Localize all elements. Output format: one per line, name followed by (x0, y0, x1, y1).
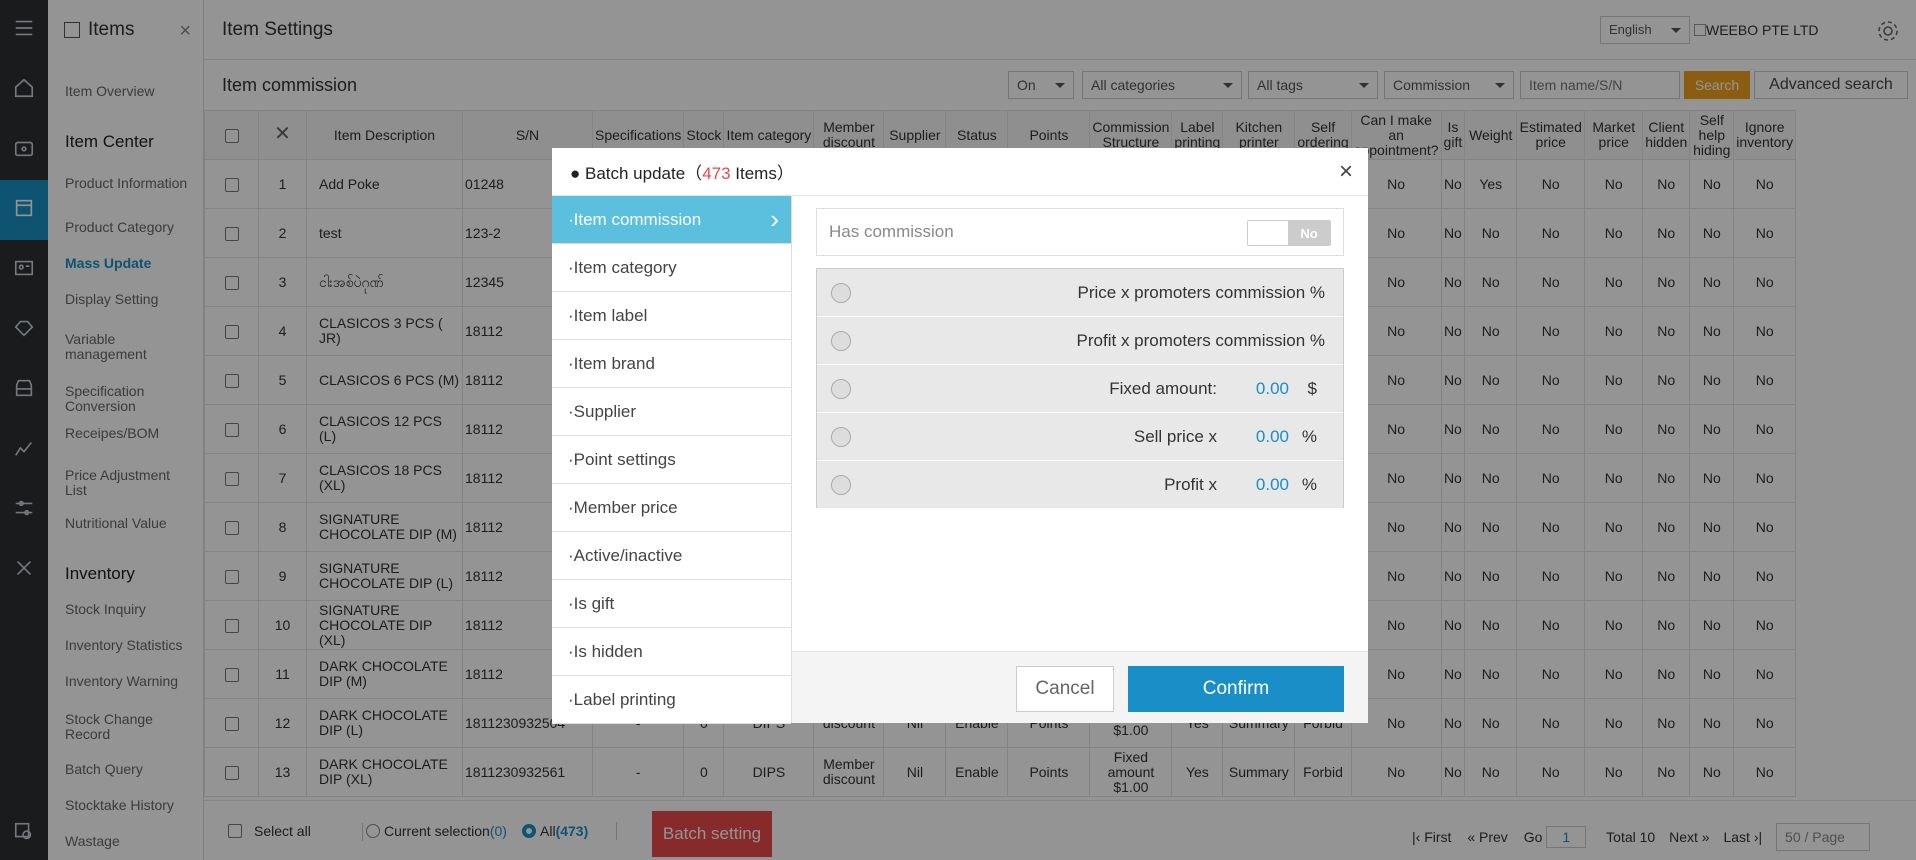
nav-item-point-settings[interactable]: ·Point settings (552, 436, 791, 484)
close-dialog-icon[interactable]: × (1334, 158, 1358, 186)
batch-update-dialog: ● Batch update（473 Items） × ·Item commis… (552, 148, 1368, 724)
commission-option[interactable]: Profit x promoters commission % (817, 317, 1343, 365)
option-radio[interactable] (831, 379, 851, 399)
option-radio[interactable] (831, 331, 851, 351)
option-radio[interactable] (831, 283, 851, 303)
commission-option[interactable]: Sell price x 0.00% (817, 413, 1343, 461)
dialog-body: Has commission No Price x promoters comm… (792, 196, 1368, 723)
commission-options: Price x promoters commission % Profit x p… (816, 268, 1344, 509)
dialog-header: ● Batch update（473 Items） × (552, 148, 1368, 196)
nav-item-label: ·Item category (568, 257, 677, 277)
option-unit: % (1301, 475, 1317, 494)
option-label: Sell price x (1133, 427, 1217, 446)
nav-item-is-gift[interactable]: ·Is gift (552, 580, 791, 628)
dialog-title: ● Batch update（473 Items） (570, 164, 794, 183)
commission-option[interactable]: Profit x 0.00% (817, 461, 1343, 509)
nav-item-item-category[interactable]: ·Item category (552, 244, 791, 292)
nav-item-label: ·Point settings (568, 449, 676, 469)
option-unit: $ (1307, 379, 1317, 398)
nav-item-supplier[interactable]: ·Supplier (552, 388, 791, 436)
nav-item-label: ·Is hidden (568, 641, 643, 661)
option-radio[interactable] (831, 475, 851, 495)
nav-item-is-hidden[interactable]: ·Is hidden (552, 628, 791, 676)
option-label: Profit x (1164, 475, 1217, 494)
nav-item-active-inactive[interactable]: ·Active/inactive (552, 532, 791, 580)
option-value-input[interactable]: 0.00 (1256, 427, 1289, 447)
has-commission-toggle[interactable]: No (1247, 220, 1331, 246)
batch-update-nav: ·Item commission › ·Item category ·Item lab… (552, 196, 792, 724)
option-unit: % (1301, 427, 1317, 446)
nav-item-label: ·Active/inactive (568, 545, 683, 565)
nav-item-label: ·Supplier (568, 401, 637, 421)
option-label: Profit x promoters commission % (1076, 331, 1325, 350)
option-value-input[interactable]: 0.00 (1256, 379, 1289, 399)
nav-item-label: ·Is gift (568, 593, 615, 613)
commission-option[interactable]: Price x promoters commission % (817, 269, 1343, 317)
option-label: Price x promoters commission % (1077, 283, 1325, 302)
option-label: Fixed amount: (1109, 379, 1217, 398)
option-value-input[interactable]: 0.00 (1256, 475, 1289, 495)
has-commission-label: Has commission (829, 222, 954, 241)
cancel-button[interactable]: Cancel (1016, 666, 1114, 712)
nav-item-item-commission[interactable]: ·Item commission › (552, 196, 791, 244)
option-radio[interactable] (831, 427, 851, 447)
confirm-button[interactable]: Confirm (1128, 666, 1344, 712)
nav-item-label-printing[interactable]: ·Label printing (552, 676, 791, 724)
nav-item-item-brand[interactable]: ·Item brand (552, 340, 791, 388)
commission-option[interactable]: Fixed amount: 0.00 $ (817, 365, 1343, 413)
nav-item-label: ·Item brand (568, 353, 655, 373)
has-commission-row: Has commission No (816, 208, 1344, 256)
nav-item-label: ·Item label (568, 305, 648, 325)
dialog-footer: Cancel Confirm (792, 651, 1368, 723)
nav-item-label: ·Member price (568, 497, 678, 517)
nav-item-member-price[interactable]: ·Member price (552, 484, 791, 532)
toggle-state: No (1288, 221, 1330, 245)
nav-item-label: ·Item commission (568, 209, 702, 229)
chevron-right-icon: › (770, 204, 779, 234)
nav-item-item-label[interactable]: ·Item label (552, 292, 791, 340)
nav-item-label: ·Label printing (568, 689, 676, 709)
